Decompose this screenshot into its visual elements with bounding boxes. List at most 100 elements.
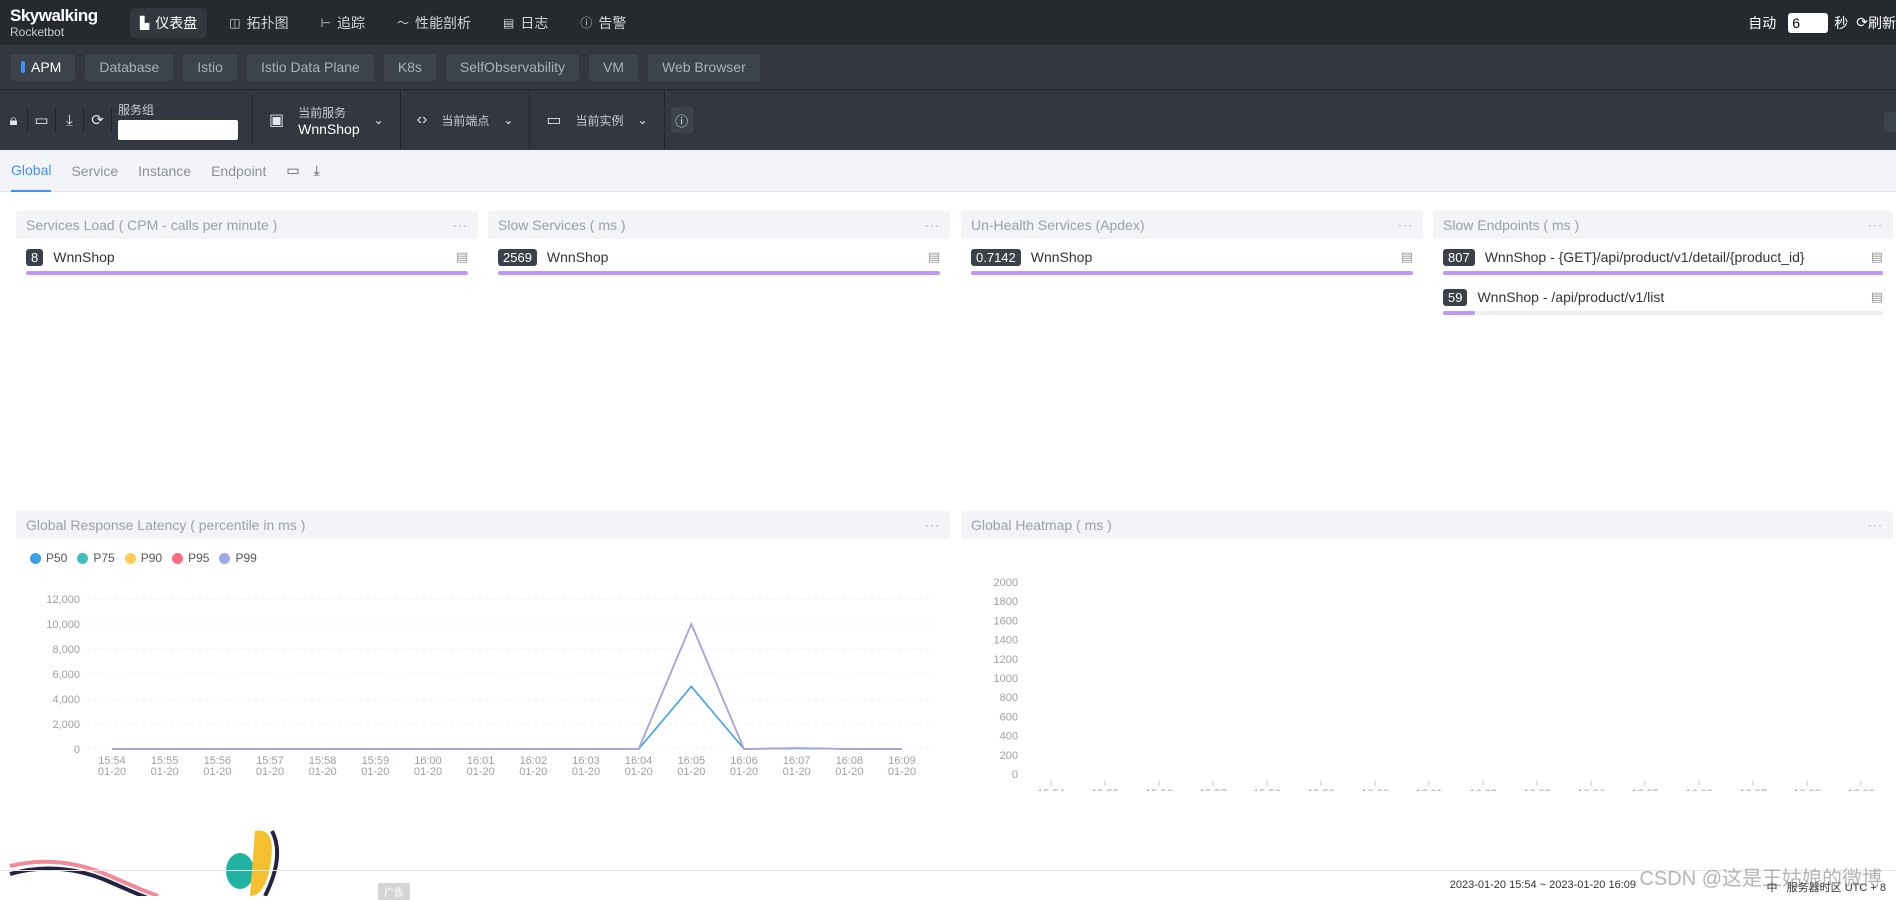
time-range[interactable]: 2023-01-20 15:54 ~ 2023-01-20 16:09 <box>1450 879 1636 891</box>
dashboard-tabs: Global Service Instance Endpoint ▭ ⤓ <box>0 150 1896 192</box>
more-menu-button[interactable]: ··· <box>1398 218 1413 232</box>
more-menu-button[interactable]: ··· <box>453 218 468 232</box>
service-group-field: 服务组 <box>118 95 253 145</box>
panel-title: Slow Services ( ms ) <box>498 217 626 233</box>
layer-apm[interactable]: APM <box>11 53 76 81</box>
legend-label: P90 <box>140 551 163 565</box>
watermark: CSDN @这是王姑娘的微博 <box>1639 868 1882 890</box>
legend-item-p75[interactable]: P75 <box>77 551 115 565</box>
layer-label: Istio <box>197 59 223 75</box>
clipboard-icon[interactable]: ▤ <box>1871 289 1883 305</box>
heatmap-chart: 0 200 400 600 800 1000 1200 1400 1600 1800 2000 15:… <box>994 577 1875 791</box>
current-instance-select[interactable]: ▭ 当前实例 ⌄ <box>530 90 665 150</box>
series-line-p99[interactable] <box>112 621 902 750</box>
folder-icon[interactable]: ▭ <box>32 108 56 132</box>
more-menu-button[interactable]: ··· <box>1868 518 1883 532</box>
nav-dashboard[interactable]: ▙ 仪表盘 <box>130 7 208 38</box>
lock-icon[interactable]: 🔒︎ <box>4 108 28 132</box>
more-menu-button[interactable]: ··· <box>925 518 940 532</box>
nav-label: 告警 <box>598 14 627 31</box>
refresh-button[interactable]: ⟳ 刷新 <box>1856 13 1896 33</box>
item-name[interactable]: WnnShop <box>53 249 114 265</box>
clipboard-icon[interactable]: ▤ <box>1401 249 1413 265</box>
panel-title: Un-Health Services (Apdex) <box>971 217 1145 233</box>
x-tick-label: 16:00 <box>1361 788 1389 791</box>
series-line-p50[interactable] <box>112 685 902 750</box>
x-tick-date: 01-20 <box>309 766 337 778</box>
nav-label: 性能剖析 <box>415 14 472 31</box>
clipboard-icon[interactable]: ▤ <box>928 249 940 265</box>
x-tick-date: 01-20 <box>151 766 179 778</box>
x-tick-date: 01-20 <box>519 766 547 778</box>
auto-label[interactable]: 自动 <box>1748 13 1776 33</box>
nav-profile[interactable]: 〜性能剖析 <box>387 8 481 38</box>
list-item: 0.7142 WnnShop ▤ <box>971 247 1413 275</box>
download-icon[interactable]: ⤓ <box>60 108 84 132</box>
y-tick-label: 10,000 <box>46 619 80 631</box>
topology-icon: ◫ <box>229 15 241 30</box>
progress-fill <box>26 271 468 275</box>
more-menu-button[interactable]: ··· <box>925 218 940 232</box>
panel-title: Global Heatmap ( ms ) <box>971 517 1112 533</box>
panel-header: Un-Health Services (Apdex) ··· <box>961 211 1423 239</box>
item-name[interactable]: WnnShop <box>1031 249 1092 265</box>
monitor-icon: ▭ <box>546 112 562 129</box>
layer-database[interactable]: Database <box>85 53 174 81</box>
legend-item-p50[interactable]: P50 <box>30 551 67 565</box>
x-tick-date: 01-20 <box>783 766 811 778</box>
layer-vm[interactable]: VM <box>588 53 638 81</box>
download-icon[interactable]: ⤓ <box>314 162 320 179</box>
y-tick-label: 4,000 <box>52 694 80 706</box>
panel-header: Global Heatmap ( ms ) ··· <box>961 511 1893 539</box>
legend-item-p90[interactable]: P90 <box>124 551 163 565</box>
value-badge: 8 <box>26 248 44 266</box>
info-button[interactable]: ⓘ <box>670 107 693 133</box>
log-icon: ▤ <box>503 15 515 30</box>
legend-dot <box>172 552 184 564</box>
nav-trace[interactable]: ⊢ 追踪 <box>311 8 375 38</box>
current-endpoint-select[interactable]: ‹› 当前端点 ⌄ <box>401 90 531 150</box>
legend-item-p95[interactable]: P95 <box>172 551 209 565</box>
y-tick-label: 0 <box>74 744 80 756</box>
layer-k8s[interactable]: K8s <box>383 53 436 81</box>
item-name[interactable]: WnnShop <box>547 249 608 265</box>
x-tick-label: 16:07 <box>1739 788 1767 791</box>
tab-endpoint[interactable]: Endpoint <box>211 150 266 192</box>
unhealth-services-panel: Un-Health Services (Apdex) ··· 0.7142 WnnS… <box>961 211 1423 275</box>
x-tick-label: 16:03 <box>1523 788 1551 791</box>
folder-icon[interactable]: ▭ <box>286 162 299 179</box>
refresh-interval-input[interactable] <box>1788 12 1829 33</box>
item-name[interactable]: WnnShop - {GET}/api/product/v1/detail/{p… <box>1485 249 1805 265</box>
x-tick-label: 16:01 <box>1415 788 1443 791</box>
service-group-input[interactable] <box>118 119 238 140</box>
clipboard-icon[interactable]: ▤ <box>1871 249 1883 265</box>
tab-instance[interactable]: Instance <box>138 150 191 192</box>
item-name[interactable]: WnnShop - /api/product/v1/list <box>1477 289 1664 305</box>
clipboard-icon[interactable]: ▤ <box>456 249 468 265</box>
current-service-select[interactable]: ▣ 当前服务 WnnShop ⌄ <box>253 90 401 150</box>
layer-istio-data-plane[interactable]: Istio Data Plane <box>246 53 374 81</box>
series-line-p75[interactable] <box>112 621 902 750</box>
series-line-p95[interactable] <box>112 621 902 750</box>
tab-global[interactable]: Global <box>11 150 52 192</box>
layer-web-browser[interactable]: Web Browser <box>647 53 760 81</box>
y-tick-label: 400 <box>1000 731 1018 743</box>
nav-topology[interactable]: ◫ 拓扑图 <box>219 8 298 38</box>
active-indicator <box>21 61 25 73</box>
nav-alarm[interactable]: ⓘ 告警 <box>570 8 636 38</box>
reload-icon[interactable]: ⟳ <box>88 108 112 132</box>
global-response-latency-panel: Global Response Latency ( percentile in … <box>16 511 950 791</box>
progress-fill <box>1443 311 1476 315</box>
y-tick-label: 0 <box>1012 769 1018 781</box>
legend-label: P99 <box>235 551 257 565</box>
value-badge: 807 <box>1443 248 1475 266</box>
collapse-handle[interactable] <box>1884 112 1896 132</box>
legend-item-p99[interactable]: P99 <box>219 551 257 565</box>
nav-log[interactable]: ▤ 日志 <box>493 8 558 38</box>
more-menu-button[interactable]: ··· <box>1868 218 1883 232</box>
layer-istio[interactable]: Istio <box>183 53 237 81</box>
layer-selfobservability[interactable]: SelfObservability <box>445 53 579 81</box>
service-group-label: 服务组 <box>118 102 155 117</box>
tab-service[interactable]: Service <box>71 150 118 192</box>
series-line-p90[interactable] <box>112 621 902 750</box>
